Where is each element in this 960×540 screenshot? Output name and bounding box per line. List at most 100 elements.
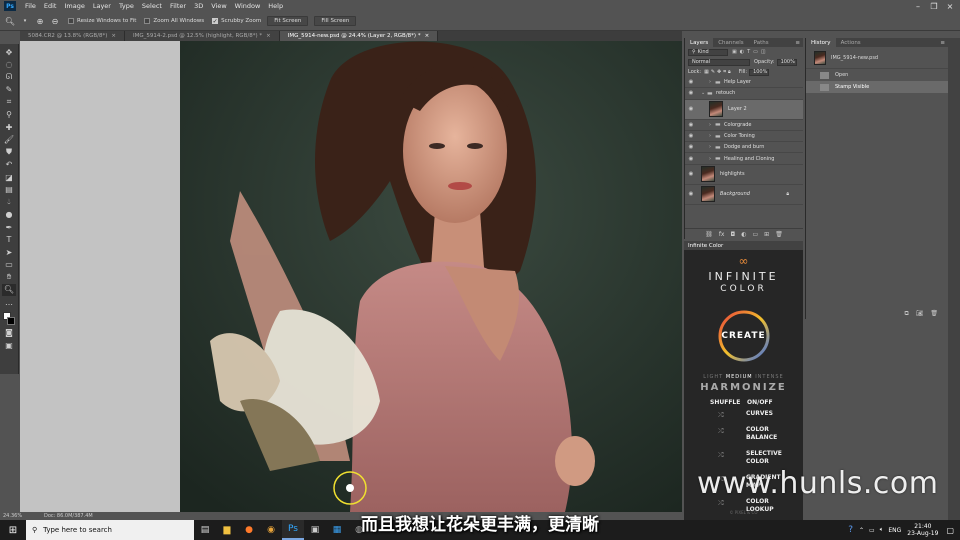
history-brush-tool-icon[interactable]: ↶ [2, 159, 16, 172]
panel-menu-icon[interactable]: ≡ [795, 40, 803, 46]
pen-tool-icon[interactable]: ✒ [2, 221, 16, 234]
rectangle-tool-icon[interactable]: ▭ [2, 259, 16, 272]
gradient-tool-icon[interactable]: ▤ [2, 184, 16, 197]
restore-icon[interactable]: ❐ [926, 0, 942, 12]
new-group-icon[interactable]: ▭ [752, 231, 758, 238]
zoom-all-windows-checkbox[interactable]: Zoom All Windows [144, 18, 204, 24]
screen-mode-icon[interactable]: ▣ [2, 339, 16, 352]
background-color-swatch[interactable] [7, 316, 15, 325]
new-layer-icon[interactable]: ⊞ [764, 231, 769, 238]
document-tab[interactable]: 5084.CR2 @ 13.8% (RGB/8*) × [20, 31, 125, 41]
marquee-tool-icon[interactable]: ◌ [2, 59, 16, 72]
crop-tool-icon[interactable]: ⌗ [2, 96, 16, 109]
type-tool-icon[interactable]: T [2, 234, 16, 247]
menu-item-help[interactable]: Help [264, 2, 287, 10]
lasso-tool-icon[interactable]: ᘏ [2, 71, 16, 84]
move-tool-icon[interactable]: ✥ [2, 46, 16, 59]
mask-icon[interactable]: ◘ [730, 231, 735, 238]
filter-type-icons[interactable]: ▣◐T▭◫ [732, 49, 769, 55]
document-canvas[interactable] [180, 41, 682, 512]
tab-layers[interactable]: Layers [685, 38, 714, 47]
eye-icon[interactable]: ◉ [685, 171, 697, 177]
zoom-in-icon[interactable]: ⊕ [35, 16, 45, 26]
tab-paths[interactable]: Paths [749, 38, 774, 47]
layer-row[interactable]: ◉ › ▬ Dodge and burn [685, 142, 803, 154]
panel-menu-icon[interactable]: ≡ [940, 40, 948, 46]
layer-row[interactable]: ◉ Background 🔒︎ [685, 185, 803, 205]
harmonize-button[interactable]: HARMONIZE [684, 382, 803, 393]
layer-row[interactable]: ◉ › ▬ Color Toning [685, 131, 803, 143]
eye-icon[interactable]: ◉ [685, 79, 697, 85]
eye-icon[interactable]: ◉ [685, 144, 697, 150]
layer-row[interactable]: ◉ › ▬ Healing and Cloning [685, 153, 803, 165]
history-step[interactable]: Open [806, 69, 948, 81]
shuffle-icon[interactable]: ⤮ [718, 411, 724, 420]
tab-channels[interactable]: Channels [713, 38, 748, 47]
menu-item-type[interactable]: Type [115, 2, 138, 10]
close-tab-icon[interactable]: × [111, 33, 116, 39]
layer-row[interactable]: ◉ Layer 2 [685, 99, 803, 120]
brush-tool-icon[interactable]: 🖌︎ [2, 134, 16, 147]
level-medium[interactable]: MEDIUM [726, 374, 753, 380]
adjustment-icon[interactable]: ◐ [741, 231, 746, 238]
layer-row[interactable]: ◉ highlights [685, 165, 803, 185]
new-document-from-state-icon[interactable]: ⧉ [904, 310, 908, 318]
eye-icon[interactable]: ◉ [685, 106, 697, 112]
minimize-icon[interactable]: – [910, 0, 926, 12]
tab-actions[interactable]: Actions [836, 38, 866, 47]
create-button[interactable]: CREATE [684, 331, 803, 341]
menu-item-image[interactable]: Image [60, 2, 88, 10]
eye-icon[interactable]: ◉ [685, 90, 697, 96]
lock-icon[interactable]: 🔒︎ [786, 191, 789, 197]
menu-item-filter[interactable]: Filter [166, 2, 190, 10]
clone-stamp-tool-icon[interactable]: ⛊ [2, 146, 16, 159]
menu-item-view[interactable]: View [207, 2, 230, 10]
scrubby-zoom-checkbox[interactable]: ✓ Scrubby Zoom [212, 18, 261, 25]
history-snapshot[interactable]: IMG_5914-new.psd [806, 47, 948, 69]
tab-history[interactable]: History [806, 38, 836, 47]
close-icon[interactable]: × [942, 0, 958, 12]
path-selection-tool-icon[interactable]: ➤ [2, 246, 16, 259]
menu-item-layer[interactable]: Layer [89, 2, 115, 10]
fill-screen-button[interactable]: Fill Screen [314, 16, 357, 26]
zoom-tool-icon[interactable]: 🔍︎ [5, 16, 15, 26]
blur-tool-icon[interactable]: 💧︎ [2, 196, 16, 209]
eye-icon[interactable]: ◉ [685, 191, 697, 197]
opacity-input[interactable]: 100% [776, 58, 797, 66]
chevron-down-icon[interactable]: ▾ [20, 16, 30, 26]
layer-row[interactable]: ◉ ⌄ ▬ retouch [685, 88, 803, 100]
camera-icon[interactable]: 📷︎ [916, 310, 924, 317]
eye-icon[interactable]: ◉ [685, 122, 697, 128]
healing-brush-tool-icon[interactable]: ✚ [2, 121, 16, 134]
menu-item-3d[interactable]: 3D [190, 2, 207, 10]
trash-icon[interactable]: 🗑︎ [775, 231, 783, 238]
resize-windows-checkbox[interactable]: Resize Windows to Fit [68, 18, 136, 24]
level-intense[interactable]: INTENSE [755, 374, 784, 380]
fx-icon[interactable]: fx [719, 231, 725, 238]
more-tools-icon[interactable]: … [2, 296, 16, 309]
color-swatches[interactable] [2, 311, 16, 327]
fit-screen-button[interactable]: Fit Screen [267, 16, 309, 26]
menu-item-window[interactable]: Window [231, 2, 265, 10]
blend-mode-select[interactable]: Normal [688, 58, 750, 66]
layer-filter-select[interactable]: ⚲ Kind [688, 48, 728, 56]
shuffle-icon[interactable]: ⤮ [718, 451, 724, 460]
document-tab[interactable]: IMG_5914-2.psd @ 12.5% (highlight, RGB/8… [124, 31, 280, 41]
eye-icon[interactable]: ◉ [685, 133, 697, 139]
eyedropper-tool-icon[interactable]: ⚲ [2, 109, 16, 122]
quick-select-tool-icon[interactable]: ✎ [2, 84, 16, 97]
menu-item-edit[interactable]: Edit [40, 2, 61, 10]
link-icon[interactable]: ⛓ [705, 231, 713, 238]
zoom-out-icon[interactable]: ⊖ [50, 16, 60, 26]
layer-row[interactable]: ◉ › ▬ Colorgrade [685, 120, 803, 131]
layer-row[interactable]: ◉ › ▬ Help Layer [685, 77, 803, 89]
menu-item-select[interactable]: Select [138, 2, 166, 10]
fill-input[interactable]: 100% [749, 68, 770, 76]
lock-icons[interactable]: ▦✎✥⌗🔒︎ [704, 69, 733, 75]
close-tab-icon[interactable]: × [266, 33, 271, 39]
zoom-tool-icon[interactable]: 🔍︎ [2, 283, 16, 296]
eraser-tool-icon[interactable]: ◪ [2, 171, 16, 184]
history-step[interactable]: Stamp Visible [806, 81, 948, 93]
collapsed-panel-strip[interactable] [948, 38, 960, 520]
close-tab-icon[interactable]: × [425, 33, 430, 39]
